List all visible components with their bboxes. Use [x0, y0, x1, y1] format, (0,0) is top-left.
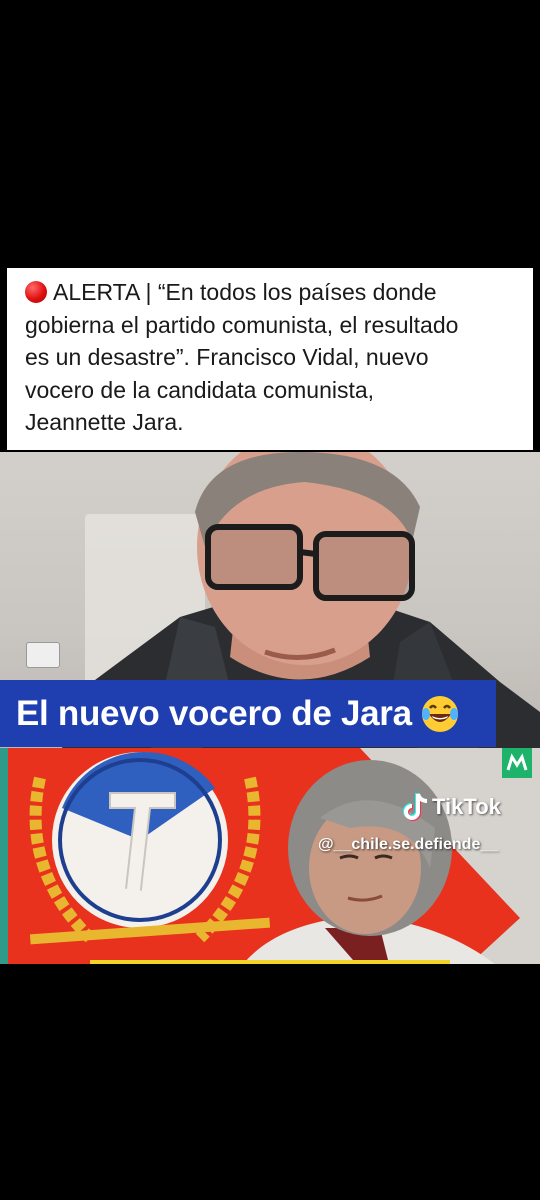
- m-logo-icon: [506, 753, 528, 771]
- tiktok-note-icon: [403, 793, 428, 821]
- video-frame[interactable]: El nuevo vocero de Jara TikTok @__chile.…: [0, 452, 540, 964]
- red-circle-icon: [25, 281, 47, 303]
- caption-banner: El nuevo vocero de Jara: [0, 680, 496, 747]
- candidate-person-image: [243, 760, 495, 964]
- tiktok-brand: TikTok: [432, 794, 501, 819]
- post-text-card: ALERTA | “En todos los países donde gobi…: [7, 268, 533, 450]
- tiktok-username: @__chile.se.defiende__: [318, 836, 499, 853]
- post-text: ALERTA | “En todos los países donde gobi…: [25, 276, 521, 439]
- news-clip-scene: [0, 748, 540, 964]
- tiktok-watermark: TikTok: [402, 792, 501, 822]
- post-line-3: es un desastre”. Francisco Vidal, nuevo: [25, 344, 429, 370]
- caption-text: El nuevo vocero de Jara: [16, 693, 412, 733]
- post-line-4: vocero de la candidata comunista,: [25, 376, 375, 403]
- post-line-5: Jeannette Jara.: [25, 409, 184, 435]
- post-line-2: gobierna el partido comunista, el result…: [25, 311, 459, 338]
- channel-logo: [502, 748, 532, 778]
- tears-of-joy-emoji-icon: [421, 695, 458, 732]
- lower-third-rule: [90, 960, 450, 964]
- post-line-1: ALERTA | “En todos los países donde: [53, 279, 437, 305]
